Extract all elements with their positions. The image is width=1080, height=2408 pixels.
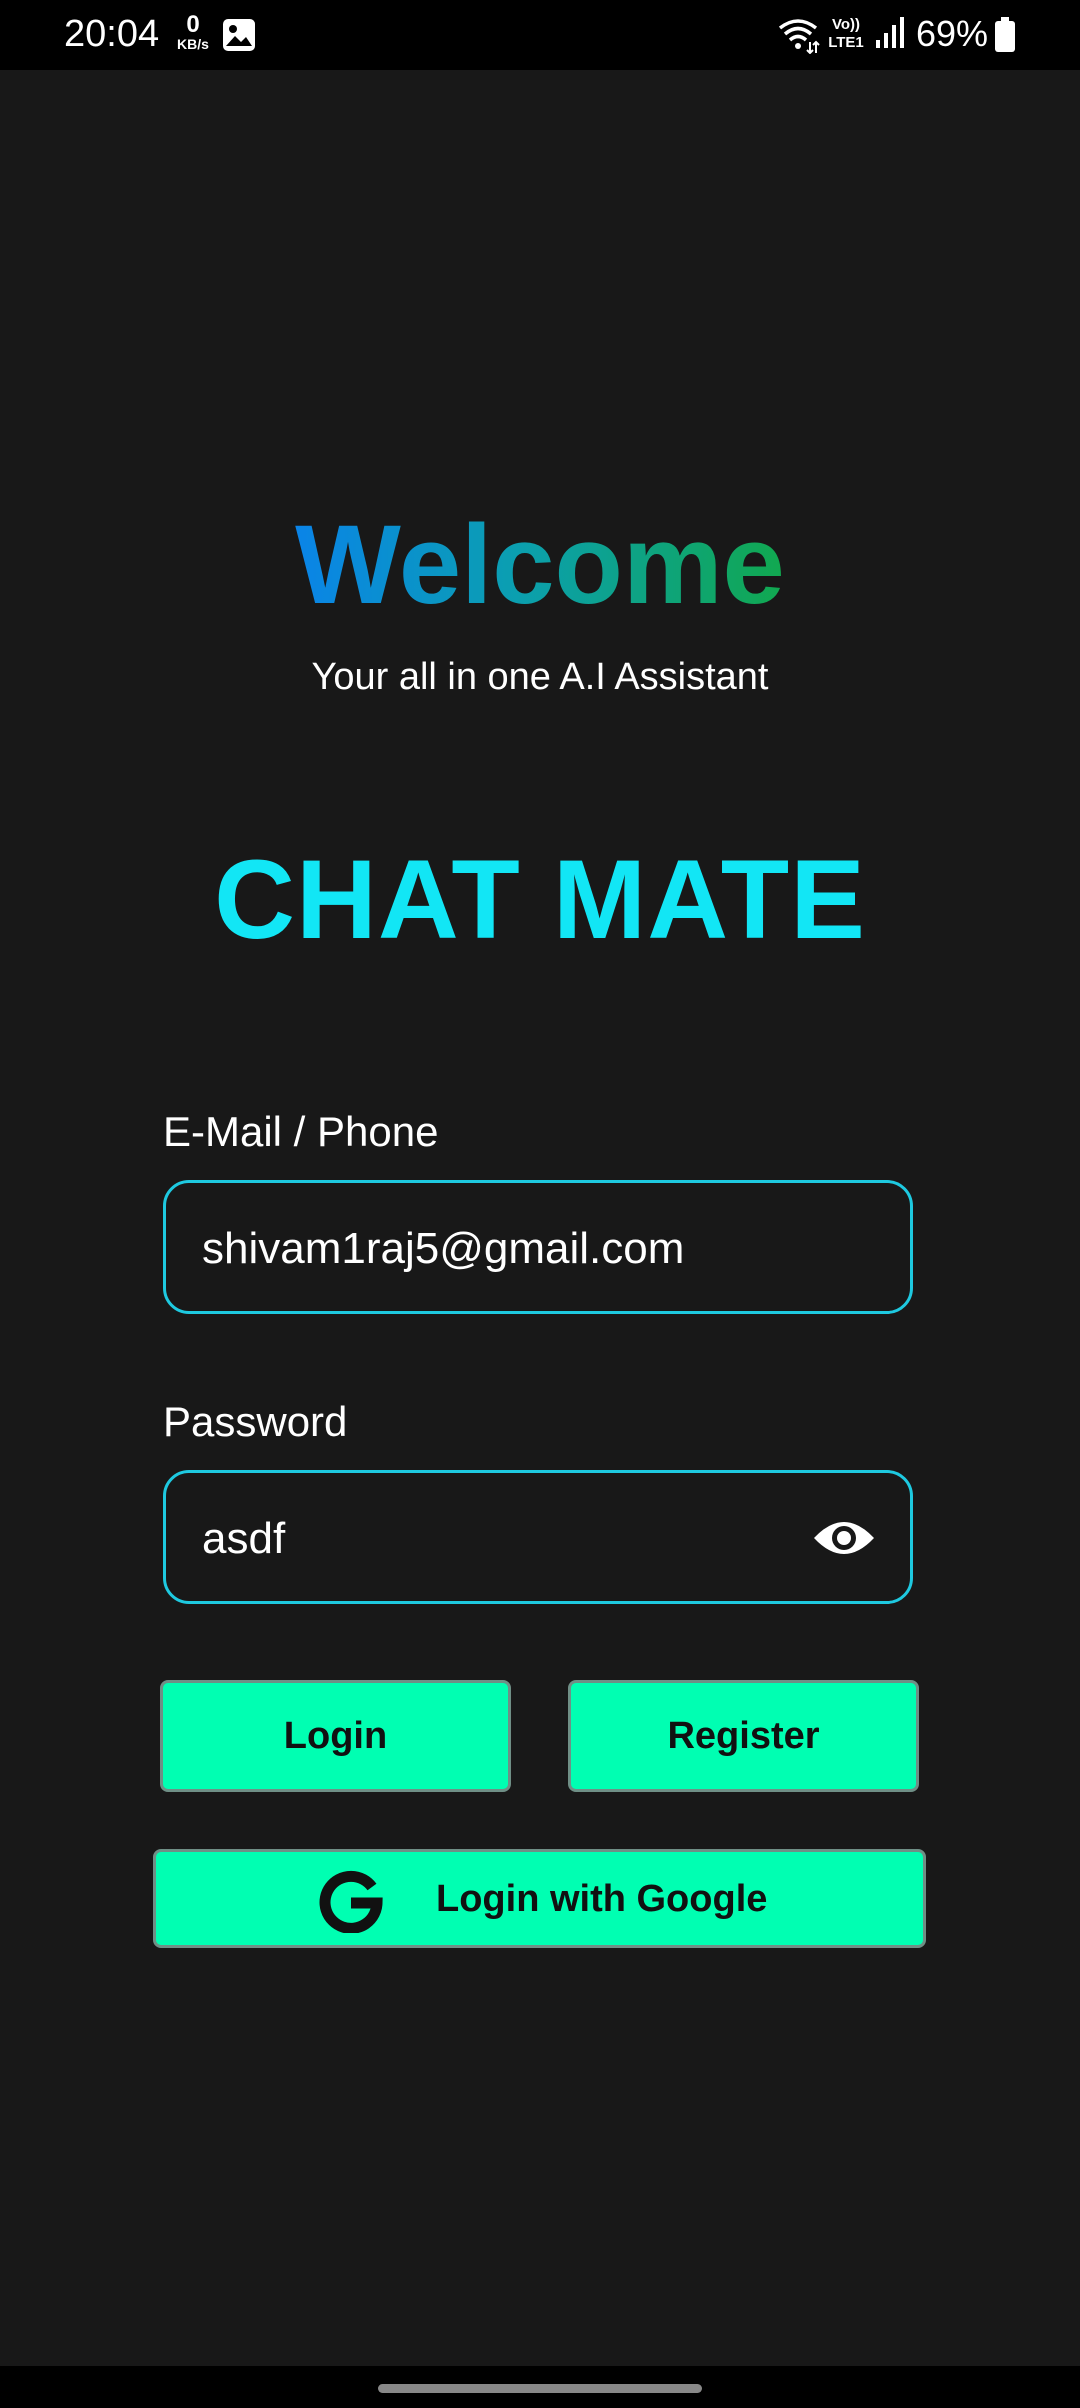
welcome-text: Welcome — [295, 502, 785, 627]
welcome-heading: Welcome — [0, 500, 1080, 630]
gallery-icon — [223, 19, 255, 51]
register-button[interactable]: Register — [568, 1680, 919, 1792]
google-login-label: Login with Google — [436, 1878, 768, 1920]
status-time: 20:04 — [64, 13, 160, 55]
network-speed-value: 0 — [186, 11, 200, 38]
navigation-bar — [0, 2366, 1080, 2408]
show-password-eye-icon[interactable] — [812, 1506, 876, 1570]
status-bar: 20:04 0 KB/s Vo)) LTE1 69% — [0, 0, 1080, 70]
app-name-title: CHAT MATE — [214, 837, 866, 962]
email-label: E-Mail / Phone — [163, 1108, 439, 1155]
password-field[interactable]: asdf — [163, 1470, 913, 1604]
battery-icon — [995, 17, 1015, 52]
email-field[interactable]: shivam1raj5@gmail.com — [163, 1180, 913, 1314]
google-icon — [319, 1870, 383, 1933]
login-screen: 20:04 0 KB/s Vo)) LTE1 69% Welcome Your … — [0, 0, 1080, 2408]
login-button[interactable]: Login — [160, 1680, 511, 1792]
email-value: shivam1raj5@gmail.com — [202, 1224, 685, 1273]
network-speed: 0 KB/s — [172, 11, 214, 53]
volte-indicator: Vo)) LTE1 — [824, 16, 868, 52]
tagline: Your all in one A.I Assistant — [311, 656, 769, 698]
password-label: Password — [163, 1398, 348, 1445]
battery-percentage: 69% — [916, 13, 989, 54]
home-gesture-handle[interactable] — [378, 2384, 702, 2393]
network-speed-unit: KB/s — [177, 36, 209, 52]
google-login-button[interactable]: Login with Google — [153, 1849, 926, 1948]
volte-top-label: Vo)) — [831, 16, 861, 33]
wifi-icon — [778, 19, 820, 54]
volte-bottom-label: LTE1 — [828, 34, 864, 51]
password-value: asdf — [202, 1514, 286, 1563]
signal-icon — [876, 17, 904, 48]
